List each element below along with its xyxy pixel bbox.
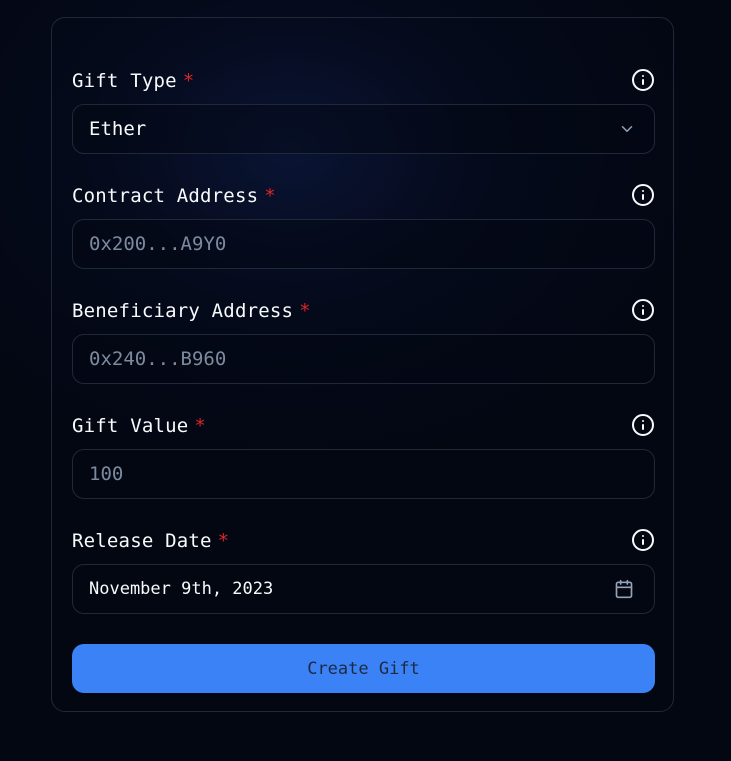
gift-type-label-text: Gift Type bbox=[72, 70, 177, 92]
contract-address-field: Contract Address * 0x200...A9Y0 bbox=[72, 183, 655, 269]
create-gift-form-card: Gift Type * Ether Contract Address * 0x200… bbox=[51, 17, 674, 712]
release-date-field: Release Date * November 9th, 2023 bbox=[72, 528, 655, 614]
gift-value-placeholder: 100 bbox=[89, 463, 124, 485]
required-asterisk: * bbox=[194, 415, 207, 437]
gift-type-label-row: Gift Type * bbox=[72, 68, 655, 94]
gift-value-label-row: Gift Value * bbox=[72, 413, 655, 439]
release-date-label: Release Date * bbox=[72, 528, 229, 554]
info-icon[interactable] bbox=[631, 413, 655, 437]
gift-value-field: Gift Value * 100 bbox=[72, 413, 655, 499]
release-date-picker[interactable]: November 9th, 2023 bbox=[72, 564, 655, 614]
beneficiary-address-label-text: Beneficiary Address bbox=[72, 300, 294, 322]
beneficiary-address-label: Beneficiary Address * bbox=[72, 298, 311, 324]
release-date-value: November 9th, 2023 bbox=[89, 579, 274, 599]
gift-value-label: Gift Value * bbox=[72, 413, 206, 439]
gift-type-label: Gift Type * bbox=[72, 68, 194, 94]
beneficiary-address-field: Beneficiary Address * 0x240...B960 bbox=[72, 298, 655, 384]
required-asterisk: * bbox=[217, 530, 230, 552]
info-icon[interactable] bbox=[631, 528, 655, 552]
contract-address-placeholder: 0x200...A9Y0 bbox=[89, 233, 227, 255]
contract-address-input[interactable]: 0x200...A9Y0 bbox=[72, 219, 655, 269]
required-asterisk: * bbox=[264, 185, 276, 207]
beneficiary-address-placeholder: 0x240...B960 bbox=[89, 348, 227, 370]
release-date-label-row: Release Date * bbox=[72, 528, 655, 554]
gift-type-field: Gift Type * Ether bbox=[72, 68, 655, 154]
info-icon[interactable] bbox=[631, 68, 655, 92]
chevron-down-icon bbox=[621, 126, 633, 132]
contract-address-label: Contract Address * bbox=[72, 183, 276, 209]
beneficiary-address-label-row: Beneficiary Address * bbox=[72, 298, 655, 324]
calendar-icon[interactable] bbox=[614, 579, 634, 599]
gift-value-label-text: Gift Value bbox=[72, 415, 189, 437]
create-gift-button[interactable]: Create Gift bbox=[72, 644, 655, 693]
gift-type-select[interactable]: Ether bbox=[72, 104, 655, 154]
contract-address-label-row: Contract Address * bbox=[72, 183, 655, 209]
info-icon[interactable] bbox=[631, 183, 655, 207]
beneficiary-address-input[interactable]: 0x240...B960 bbox=[72, 334, 655, 384]
gift-value-input[interactable]: 100 bbox=[72, 449, 655, 499]
info-icon[interactable] bbox=[631, 298, 655, 322]
required-asterisk: * bbox=[299, 300, 311, 322]
gift-type-value: Ether bbox=[89, 118, 147, 140]
contract-address-label-text: Contract Address bbox=[72, 185, 259, 207]
required-asterisk: * bbox=[182, 70, 195, 92]
release-date-label-text: Release Date bbox=[72, 530, 212, 552]
